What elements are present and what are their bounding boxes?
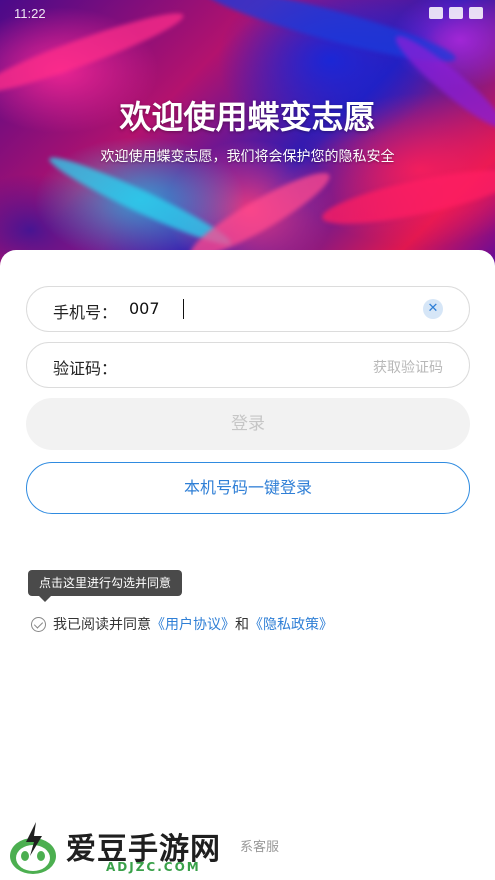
- status-time: 11:22: [14, 6, 46, 21]
- one-key-login-button[interactable]: 本机号码一键登录: [26, 462, 470, 514]
- phone-label: 手机号：: [53, 303, 118, 322]
- welcome-title: 欢迎使用蝶变志愿: [119, 98, 376, 136]
- login-button[interactable]: 登录: [26, 398, 470, 450]
- privacy-policy-link[interactable]: 《隐私政策》: [249, 614, 333, 634]
- agreement-prefix: 我已阅读并同意: [53, 617, 151, 633]
- signal-icon: [449, 7, 463, 19]
- agree-tooltip: 点击这里进行勾选并同意: [28, 570, 183, 602]
- code-label: 验证码：: [53, 359, 118, 378]
- phone-field[interactable]: 手机号： 007 ✕: [26, 286, 470, 332]
- user-agreement-link[interactable]: 《用户协议》: [151, 614, 235, 634]
- clear-icon[interactable]: ✕: [423, 299, 443, 319]
- agreement-and: 和: [235, 617, 249, 633]
- code-field[interactable]: 验证码： 获取验证码: [26, 342, 470, 388]
- site-watermark: 爱豆手游网 ADJZC.COM: [8, 816, 278, 878]
- hero-banner: 11:22 欢迎使用蝶变志愿 欢迎使用蝶变志愿，我们将会保护您的隐私安全: [0, 0, 495, 272]
- wifi-icon: [429, 7, 443, 19]
- battery-icon: [469, 7, 483, 19]
- watermark-logo-icon: [10, 822, 56, 874]
- status-bar: 11:22: [0, 0, 495, 28]
- watermark-url: ADJZC.COM: [106, 860, 201, 874]
- agreement-row: 我已阅读并同意 《用户协议》 和 《隐私政策》: [31, 614, 333, 634]
- get-code-button[interactable]: 获取验证码: [373, 357, 443, 377]
- text-caret: [183, 299, 184, 319]
- phone-value[interactable]: 007: [129, 299, 160, 318]
- status-icons: [429, 7, 483, 19]
- welcome-subtitle: 欢迎使用蝶变志愿，我们将会保护您的隐私安全: [100, 149, 395, 165]
- checkbox-icon[interactable]: [31, 616, 46, 632]
- paint-streak: [318, 159, 495, 235]
